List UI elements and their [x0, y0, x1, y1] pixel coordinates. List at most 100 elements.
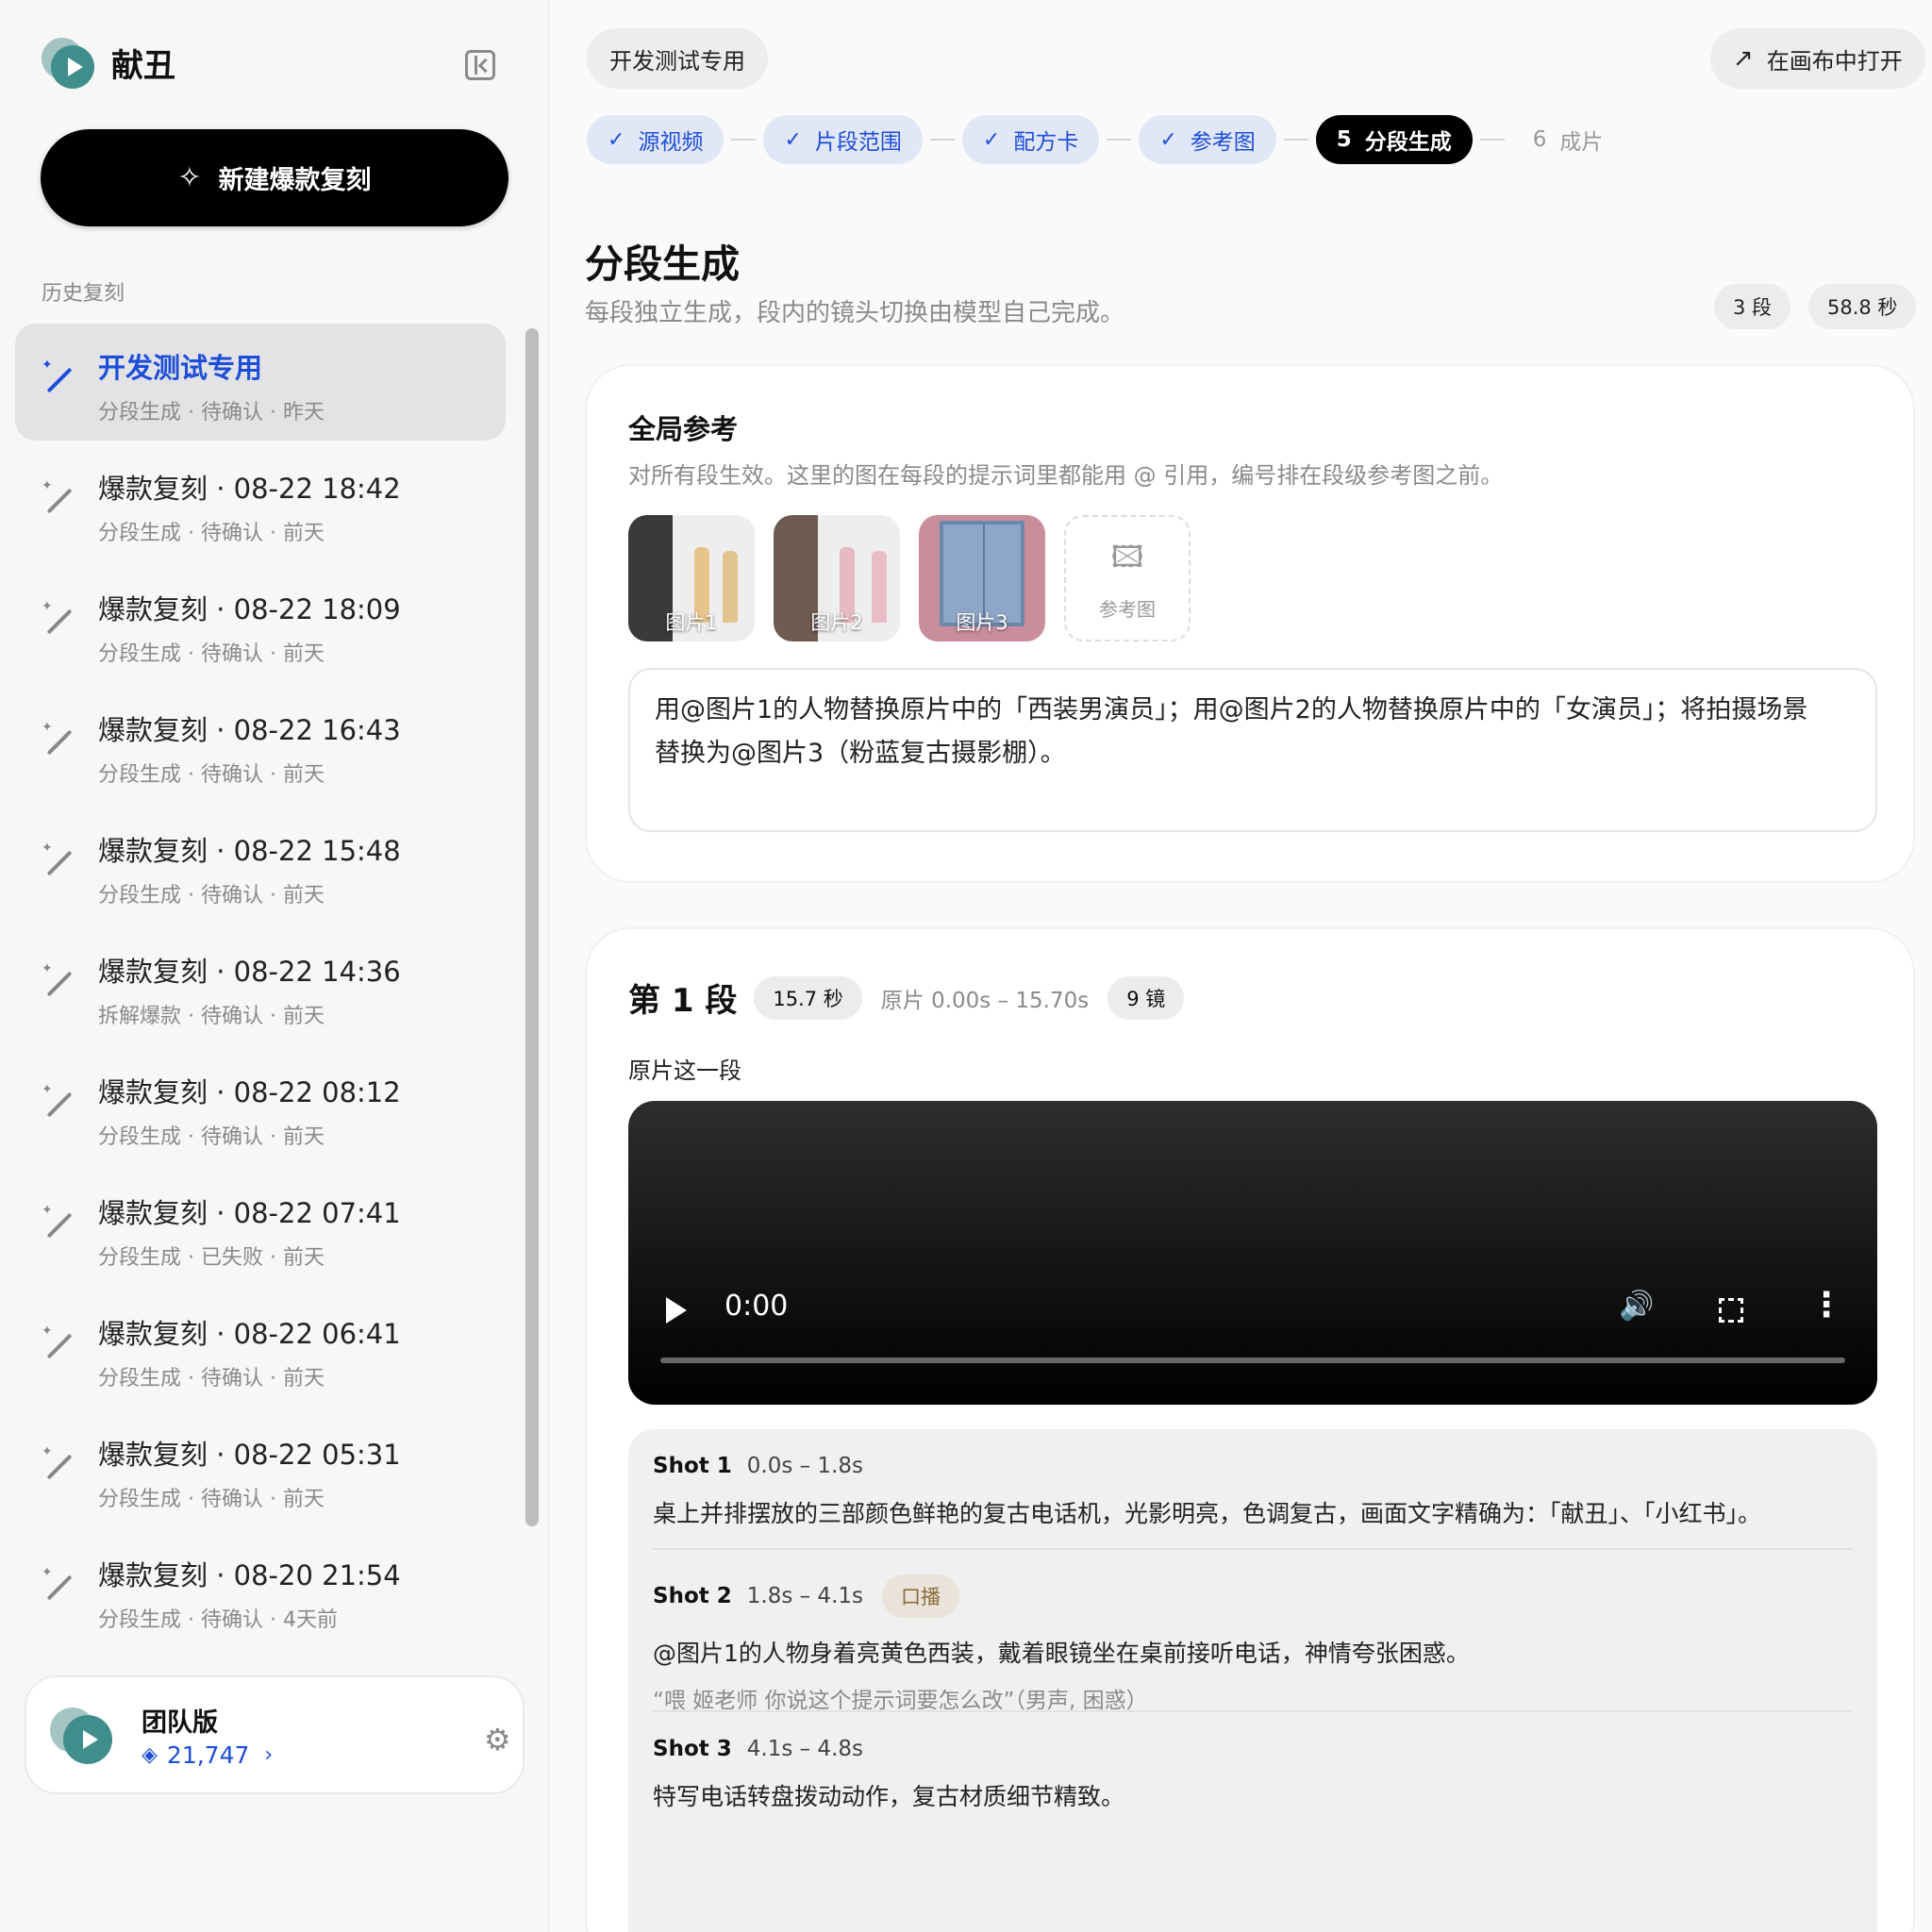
- shot-name: Shot 3: [653, 1737, 732, 1761]
- open-in-canvas-label: 在画布中打开: [1766, 47, 1903, 75]
- step-divider: [929, 139, 955, 141]
- history-item-status: 分段生成 · 待确认 · 前天: [98, 1488, 325, 1511]
- history-item[interactable]: 爆款复刻 · 08-22 14:36 拆解爆款 · 待确认 · 前天: [15, 927, 506, 1048]
- step-final-video[interactable]: 6 成片: [1512, 115, 1624, 164]
- project-chip[interactable]: 开发测试专用: [587, 28, 768, 89]
- total-duration-badge: 58.8 秒: [1808, 284, 1917, 329]
- shot-dialogue: “喂 姬老师 你说这个提示词要怎么改”（男声, 困惑）: [653, 1689, 1148, 1713]
- shot-description: 桌上并排摆放的三部颜色鲜艳的复古电话机，光影明亮，色调复古，画面文字精确为：「献…: [653, 1500, 1762, 1527]
- segment-card: 第 1 段 15.7 秒 原片 0.00s – 15.70s 9 镜 原片这一段…: [585, 927, 1915, 1932]
- check-icon: ✓: [1159, 127, 1177, 152]
- history-item-title: 爆款复刻 · 08-22 15:48: [98, 835, 401, 867]
- segment-count-badge: 3 段: [1714, 284, 1791, 329]
- history-item[interactable]: 爆款复刻 · 08-22 05:31 分段生成 · 待确认 · 前天: [15, 1410, 506, 1531]
- volume-icon[interactable]: 🔊: [1619, 1290, 1654, 1323]
- segment-title: 第 1 段: [628, 982, 738, 1020]
- segment-shot-count-badge: 9 镜: [1108, 975, 1185, 1020]
- history-item[interactable]: 爆款复刻 · 08-22 18:09 分段生成 · 待确认 · 前天: [15, 565, 506, 686]
- history-item[interactable]: 爆款复刻 · 08-20 21:54 分段生成 · 待确认 · 4天前: [15, 1531, 506, 1652]
- brand[interactable]: 献丑: [42, 34, 175, 91]
- global-reference-desc: 对所有段生效。这里的图在每段的提示词里都能用 @ 引用，编号排在段级参考图之前。: [628, 462, 1504, 489]
- magic-wand-icon: [42, 1324, 75, 1363]
- add-reference-image-button[interactable]: 🖾 参考图: [1064, 515, 1191, 641]
- history-item-title: 爆款复刻 · 08-22 08:12: [98, 1076, 401, 1108]
- sparkle-icon: ✧: [177, 161, 202, 194]
- team-credits[interactable]: ◈ 21,747 ›: [142, 1741, 273, 1769]
- more-options-icon[interactable]: ⋮: [1809, 1286, 1843, 1324]
- step-label: 参考图: [1190, 130, 1256, 155]
- global-reference-title: 全局参考: [628, 413, 739, 445]
- history-item-title: 爆款复刻 · 08-22 05:31: [98, 1439, 401, 1471]
- gear-icon[interactable]: ⚙: [484, 1722, 511, 1757]
- history-item-status: 分段生成 · 待确认 · 昨天: [98, 401, 325, 425]
- history-item[interactable]: 爆款复刻 · 08-22 07:41 分段生成 · 已失败 · 前天: [15, 1169, 506, 1290]
- step-clip-range[interactable]: ✓ 片段范围: [763, 115, 923, 164]
- history-item-title: 爆款复刻 · 08-22 07:41: [98, 1197, 401, 1229]
- history-item-status: 分段生成 · 待确认 · 前天: [98, 763, 325, 787]
- history-item-title: 爆款复刻 · 08-22 16:43: [98, 714, 401, 746]
- reference-image-3[interactable]: 图片3: [919, 515, 1045, 641]
- magic-wand-icon: [42, 961, 75, 1001]
- global-prompt-textarea[interactable]: 用@图片1的人物替换原片中的「西装男演员」；用@图片2的人物替换原片中的「女演员…: [628, 668, 1877, 832]
- history-item[interactable]: 爆款复刻 · 08-22 18:42 分段生成 · 待确认 · 前天: [15, 444, 506, 565]
- stepper: ✓ 源视频 ✓ 片段范围 ✓ 配方卡 ✓ 参考图 5 分段生成 6 成片: [587, 115, 1624, 164]
- global-reference-card: 全局参考 对所有段生效。这里的图在每段的提示词里都能用 @ 引用，编号排在段级参…: [585, 364, 1915, 883]
- history-item[interactable]: 爆款复刻 · 08-22 16:43 分段生成 · 待确认 · 前天: [15, 686, 506, 807]
- play-icon[interactable]: [666, 1297, 687, 1324]
- shot-item: Shot 3 4.1s – 4.8s 特写电话转盘拨动动作，复古材质细节精致。: [653, 1712, 1853, 1812]
- app-name: 献丑: [111, 46, 175, 85]
- history-item-status: 分段生成 · 待确认 · 前天: [98, 884, 325, 908]
- step-label: 成片: [1559, 130, 1604, 155]
- magic-wand-icon: [42, 720, 75, 759]
- history-item[interactable]: 开发测试专用 分段生成 · 待确认 · 昨天: [15, 324, 506, 441]
- magic-wand-icon: [42, 841, 75, 880]
- reference-image-caption: 图片2: [810, 611, 863, 634]
- step-reference-images[interactable]: ✓ 参考图: [1139, 115, 1276, 164]
- shot-list: Shot 1 0.0s – 1.8s 桌上并排摆放的三部颜色鲜艳的复古电话机，光…: [628, 1429, 1877, 1932]
- open-in-canvas-button[interactable]: ↗ 在画布中打开: [1710, 28, 1925, 89]
- chevron-right-icon: ›: [264, 1743, 274, 1767]
- check-icon: ✓: [784, 127, 802, 152]
- page-subtitle: 每段独立生成，段内的镜头切换由模型自己完成。: [585, 299, 1125, 327]
- external-link-icon: ↗: [1733, 44, 1754, 73]
- reference-image-1[interactable]: 图片1: [628, 515, 755, 641]
- history-item-title: 爆款复刻 · 08-22 06:41: [98, 1318, 401, 1350]
- history-item-status: 分段生成 · 待确认 · 4天前: [98, 1608, 338, 1632]
- shot-description: 特写电话转盘拨动动作，复古材质细节精致。: [653, 1783, 1125, 1810]
- video-time: 0:00: [724, 1290, 789, 1323]
- step-number: 5: [1336, 127, 1352, 152]
- shot-name: Shot 2: [653, 1584, 732, 1608]
- app-logo-icon: [42, 34, 96, 91]
- prompt-line: 替换为@图片3（粉蓝复古摄影棚）。: [655, 739, 1066, 768]
- source-clip-label: 原片这一段: [628, 1058, 741, 1084]
- scrollbar-thumb[interactable]: [525, 328, 539, 1526]
- history-item[interactable]: 爆款复刻 · 08-22 08:12 分段生成 · 待确认 · 前天: [15, 1048, 506, 1169]
- page-title: 分段生成: [585, 242, 740, 287]
- video-progress-bar[interactable]: [660, 1357, 1845, 1363]
- step-segment-generation[interactable]: 5 分段生成: [1315, 115, 1473, 164]
- check-icon: ✓: [608, 127, 625, 152]
- collapse-sidebar-icon[interactable]: [465, 50, 495, 80]
- step-label: 分段生成: [1364, 130, 1452, 155]
- history-item[interactable]: 爆款复刻 · 08-22 06:41 分段生成 · 待确认 · 前天: [15, 1290, 506, 1410]
- history-item[interactable]: 爆款复刻 · 08-22 15:48 分段生成 · 待确认 · 前天: [15, 807, 506, 927]
- segment-duration-badge: 15.7 秒: [754, 975, 862, 1020]
- reference-image-caption: 图片3: [956, 611, 1008, 634]
- history-item-title: 爆款复刻 · 08-22 18:09: [98, 593, 401, 625]
- video-player[interactable]: 0:00 🔊 ⋮: [628, 1101, 1877, 1405]
- history-item-status: 分段生成 · 待确认 · 前天: [98, 642, 325, 666]
- new-replica-button[interactable]: ✧ 新建爆款复刻: [41, 129, 508, 226]
- step-recipe-card[interactable]: ✓ 配方卡: [961, 115, 1100, 164]
- step-source-video[interactable]: ✓ 源视频: [587, 115, 724, 164]
- history-scrollbar[interactable]: [525, 328, 539, 1526]
- fullscreen-icon[interactable]: [1719, 1298, 1743, 1323]
- shot-range: 1.8s – 4.1s: [746, 1584, 863, 1608]
- step-divider: [731, 139, 757, 141]
- check-icon: ✓: [982, 127, 1001, 152]
- sidebar: 献丑 ✧ 新建爆款复刻 历史复刻 开发测试专用 分段生成 · 待确认 · 昨天 …: [0, 0, 550, 1932]
- shot-tag: 口播: [882, 1574, 959, 1618]
- reference-image-2[interactable]: 图片2: [774, 515, 900, 641]
- history-list: 开发测试专用 分段生成 · 待确认 · 昨天 爆款复刻 · 08-22 18:4…: [15, 324, 506, 1652]
- step-label: 配方卡: [1013, 130, 1079, 155]
- team-card[interactable]: 团队版 ◈ 21,747 › ⚙: [25, 1675, 525, 1794]
